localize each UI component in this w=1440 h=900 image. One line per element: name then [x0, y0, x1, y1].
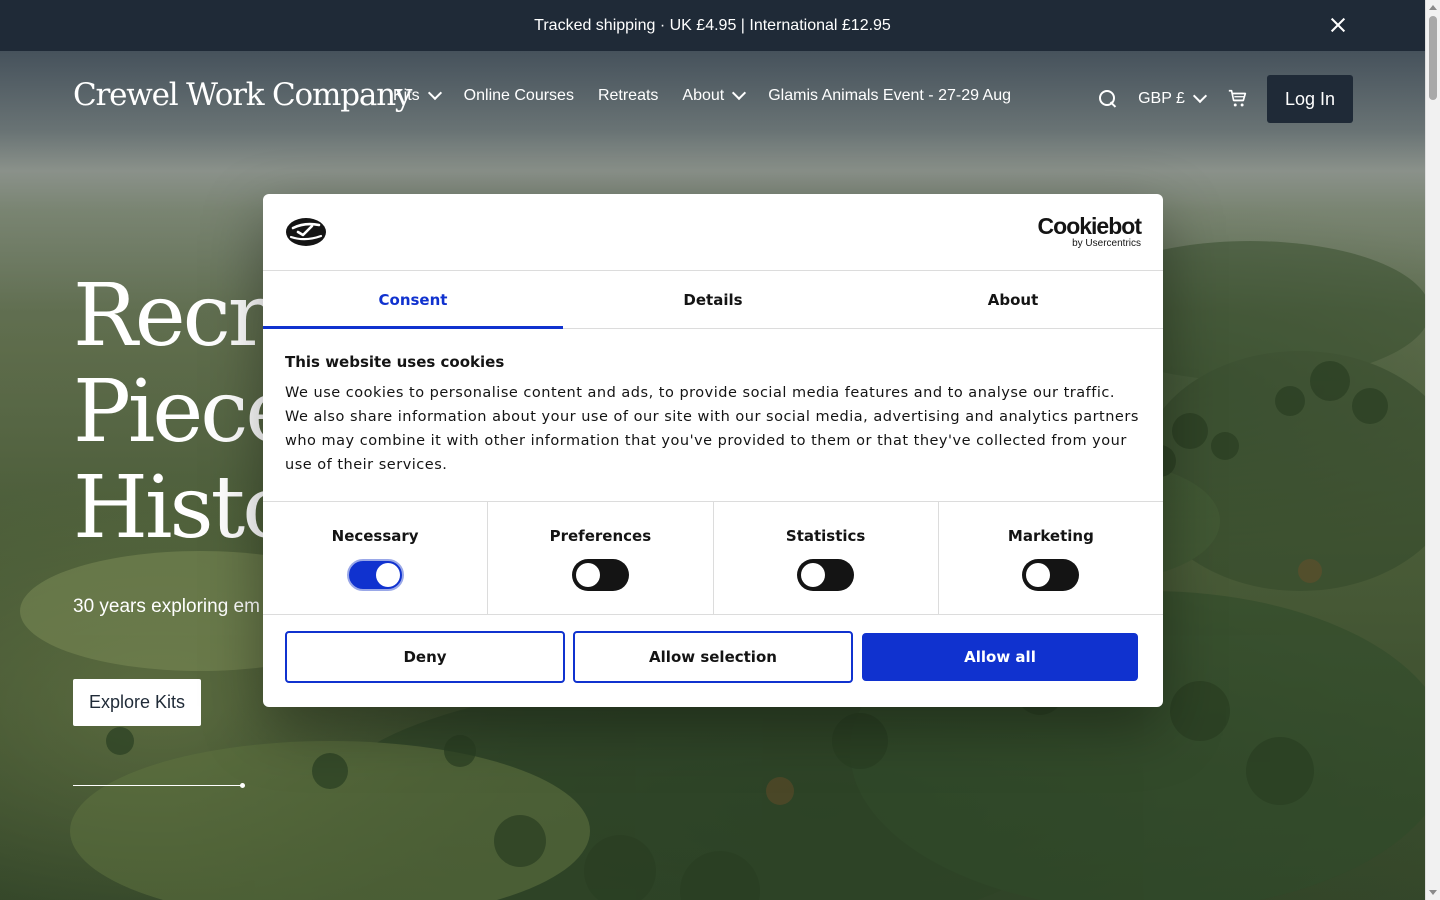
site-header: Crewel Work Company Kits Online Courses …	[0, 51, 1425, 145]
marketing-toggle[interactable]	[1022, 559, 1080, 591]
dialog-actions: Deny Allow selection Allow all	[263, 615, 1163, 683]
close-icon[interactable]	[1327, 14, 1349, 36]
nav-item-label: Retreats	[597, 87, 659, 104]
site-logo[interactable]: Crewel Work Company	[73, 77, 412, 113]
category-label: Preferences	[549, 527, 652, 545]
chevron-down-icon	[427, 85, 442, 101]
announcement-text: Tracked shipping · UK £4.95 | Internatio…	[534, 16, 891, 34]
dialog-header: Cookiebot by Usercentrics	[263, 194, 1163, 271]
chevron-down-icon	[732, 85, 747, 101]
explore-kits-button[interactable]: Explore Kits	[73, 679, 202, 726]
category-label: Necessary	[331, 527, 419, 545]
nav-item-retreats[interactable]: Retreats	[598, 87, 658, 105]
category-label: Marketing	[1007, 527, 1094, 545]
search-icon[interactable]	[1098, 89, 1118, 109]
nav-item-glamis-event[interactable]: Glamis Animals Event - 27-29 Aug	[768, 87, 1011, 105]
allow-all-button[interactable]: Allow all	[862, 633, 1138, 681]
category-statistics: Statistics	[714, 502, 939, 614]
toggle-knob	[801, 563, 826, 587]
slider-progress-dot[interactable]	[240, 783, 245, 788]
toggle-knob	[1026, 563, 1051, 587]
preferences-toggle[interactable]	[571, 559, 629, 591]
statistics-toggle[interactable]	[797, 559, 855, 591]
nav-item-label: About	[682, 87, 725, 104]
cookiebot-brand-name: Cookiebot	[1037, 213, 1142, 239]
cookie-consent-dialog: Cookiebot by Usercentrics Consent Detail…	[263, 194, 1163, 707]
allow-selection-button[interactable]: Allow selection	[573, 631, 853, 683]
tab-consent[interactable]: Consent	[263, 271, 563, 329]
dialog-body: This website uses cookies We use cookies…	[263, 329, 1163, 502]
tab-details[interactable]: Details	[563, 271, 863, 328]
toggle-knob	[575, 563, 600, 587]
chevron-down-icon	[1192, 88, 1208, 104]
slider-progress-line	[73, 785, 243, 786]
nav-item-label: Glamis Animals Event - 27-29 Aug	[768, 87, 1012, 104]
category-marketing: Marketing	[939, 502, 1163, 614]
nav-item-label: Kits	[393, 87, 420, 104]
login-button[interactable]: Log In	[1266, 75, 1353, 123]
cookiebot-brand: Cookiebot by Usercentrics	[1037, 213, 1142, 249]
tab-about[interactable]: About	[863, 271, 1163, 328]
scroll-up-arrow-icon[interactable]	[1429, 5, 1437, 10]
cart-icon[interactable]	[1227, 88, 1249, 110]
nav-item-about[interactable]: About	[682, 85, 747, 105]
dialog-heading: This website uses cookies	[285, 353, 505, 371]
scroll-down-arrow-icon[interactable]	[1429, 890, 1437, 895]
category-label: Statistics	[785, 527, 866, 545]
page-scrollbar[interactable]	[1425, 0, 1440, 900]
category-necessary: Necessary	[263, 502, 489, 614]
nav-item-online-courses[interactable]: Online Courses	[464, 87, 574, 105]
dialog-tabs: Consent Details About	[263, 271, 1163, 329]
main-nav: Kits Online Courses Retreats About Glami…	[393, 85, 1035, 105]
nav-item-label: Online Courses	[463, 87, 574, 104]
currency-label: GBP £	[1138, 90, 1185, 107]
toggle-knob	[375, 563, 400, 587]
announcement-bar: Tracked shipping · UK £4.95 | Internatio…	[0, 0, 1425, 51]
cookie-categories: Necessary Preferences Statistics Marketi…	[263, 502, 1163, 615]
nav-item-kits[interactable]: Kits	[393, 85, 442, 105]
currency-selector[interactable]: GBP £	[1138, 88, 1208, 108]
header-actions: GBP £ Log In	[1098, 75, 1353, 123]
cookiebot-brand-sub: by Usercentrics	[1072, 238, 1141, 249]
deny-button[interactable]: Deny	[285, 631, 565, 683]
cookiebot-logo-icon	[286, 218, 326, 246]
category-preferences: Preferences	[488, 502, 714, 614]
necessary-toggle[interactable]	[346, 559, 404, 591]
scrollbar-thumb[interactable]	[1429, 16, 1437, 100]
dialog-description: We use cookies to personalise content an…	[285, 385, 1139, 473]
